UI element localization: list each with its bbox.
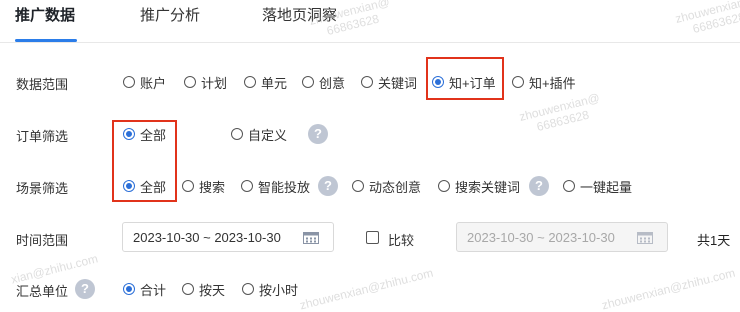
data-scope-option-account[interactable]: 账户 [123,68,166,96]
calendar-icon [303,232,319,244]
help-icon[interactable]: ? [308,124,328,144]
radio-circle-icon [352,180,364,192]
active-tab-indicator [15,39,77,42]
help-icon[interactable]: ? [529,176,549,196]
scene-filter-label: 场景筛选 [16,181,69,196]
radio-circle-icon [242,283,254,295]
radio-circle-icon [361,76,373,88]
radio-checked-icon [123,128,135,140]
order-filter-label: 订单筛选 [16,129,69,144]
scene-filter-option-dynamic-creative[interactable]: 动态创意 [352,172,421,200]
data-scope-option-creative[interactable]: 创意 [302,68,345,96]
help-icon[interactable]: ? [75,279,95,299]
radio-checked-icon [123,283,135,295]
radio-circle-icon [182,283,194,295]
radio-circle-icon [231,128,243,140]
tab-promotion-analysis[interactable]: 推广分析 [140,4,200,25]
tab-landing-page-insight[interactable]: 落地页洞察 [262,4,337,25]
compare-label: 比较 [388,233,415,248]
data-scope-label: 数据范围 [16,77,69,92]
data-scope-option-plan[interactable]: 计划 [184,68,227,96]
radio-checked-icon [123,180,135,192]
order-filter-option-all[interactable]: 全部 [123,120,166,148]
order-filter-row: 订单筛选 全部 自定义 ? [0,120,740,148]
data-scope-option-keyword[interactable]: 关键词 [361,68,417,96]
tab-promotion-data[interactable]: 推广数据 [15,4,75,25]
time-range-label: 时间范围 [16,233,69,248]
radio-checked-icon [432,76,444,88]
radio-circle-icon [184,76,196,88]
radio-circle-icon [182,180,194,192]
scene-filter-option-one-click-boost[interactable]: 一键起量 [563,172,632,200]
scene-filter-option-search-keyword[interactable]: 搜索关键词 [438,172,520,200]
summary-unit-row: 汇总单位 ? 合计 按天 按小时 [0,275,740,303]
radio-circle-icon [563,180,575,192]
date-range-value: 2023-10-30 ~ 2023-10-30 [133,229,281,245]
data-scope-option-zhi-plugin[interactable]: 知+插件 [512,68,576,96]
data-scope-row: 数据范围 账户 计划 单元 创意 关键词 知+订单 知+插件 [0,68,740,96]
radio-circle-icon [438,180,450,192]
radio-circle-icon [244,76,256,88]
summary-unit-option-total[interactable]: 合计 [123,275,166,303]
compare-date-range-picker: 2023-10-30 ~ 2023-10-30 [456,222,668,252]
data-scope-option-unit[interactable]: 单元 [244,68,287,96]
help-icon[interactable]: ? [318,176,338,196]
total-days: 共1天 [697,233,731,248]
tab-bar: 推广数据 推广分析 落地页洞察 [0,0,740,43]
scene-filter-option-smart-delivery[interactable]: 智能投放 [241,172,310,200]
order-filter-option-custom[interactable]: 自定义 [231,120,287,148]
calendar-icon [637,232,653,244]
compare-date-range-value: 2023-10-30 ~ 2023-10-30 [467,229,615,245]
radio-circle-icon [302,76,314,88]
radio-circle-icon [241,180,253,192]
radio-circle-icon [123,76,135,88]
date-range-picker[interactable]: 2023-10-30 ~ 2023-10-30 [122,222,334,252]
time-range-row: 时间范围 2023-10-30 ~ 2023-10-30 比较 2023-10-… [0,222,740,252]
summary-unit-option-by-hour[interactable]: 按小时 [242,275,298,303]
scene-filter-option-search[interactable]: 搜索 [182,172,225,200]
compare-checkbox[interactable] [366,231,379,244]
radio-circle-icon [512,76,524,88]
data-scope-option-zhi-order[interactable]: 知+订单 [432,68,496,96]
scene-filter-option-all[interactable]: 全部 [123,172,166,200]
scene-filter-row: 场景筛选 全部 搜索 智能投放 ? 动态创意 搜索关键词 ? 一键起量 [0,172,740,200]
summary-unit-label: 汇总单位 [16,284,69,299]
summary-unit-option-by-day[interactable]: 按天 [182,275,225,303]
